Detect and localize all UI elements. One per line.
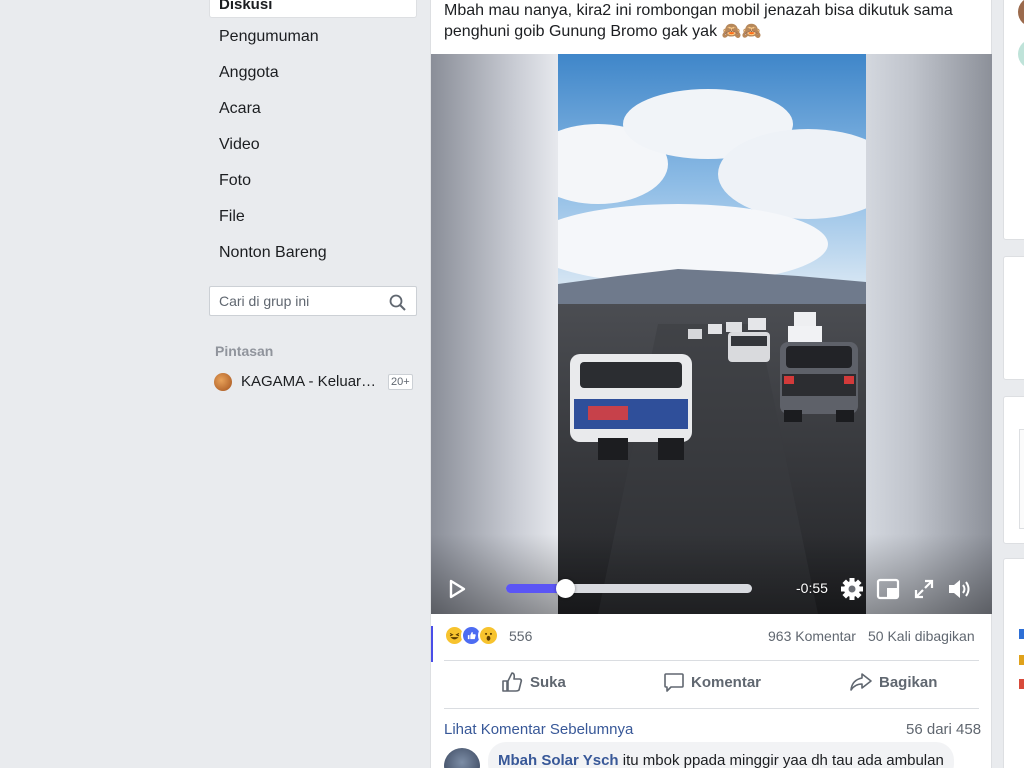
reaction-count[interactable]: 556 xyxy=(509,628,532,644)
comment-label: Komentar xyxy=(691,674,762,691)
nav-item-acara[interactable]: Acara xyxy=(219,100,261,118)
share-label: Bagikan xyxy=(879,674,938,691)
nav-item-file[interactable]: File xyxy=(219,208,245,226)
nav-item-nonton-bareng[interactable]: Nonton Bareng xyxy=(219,244,327,262)
comment-text: itu mbok ppada minggir yaa dh tau ada am… xyxy=(622,752,944,768)
right-sidebar-card xyxy=(1003,0,1024,240)
unseen-indicator xyxy=(431,626,433,662)
group-avatar xyxy=(214,373,232,391)
post-text: Mbah mau nanya, kira2 ini rombongan mobi… xyxy=(444,2,953,40)
post-card: Mbah mau nanya, kira2 ini rombongan mobi… xyxy=(430,0,992,768)
video-progress-bar[interactable] xyxy=(506,579,752,598)
view-previous-comments-link[interactable]: Lihat Komentar Sebelumnya xyxy=(444,721,633,738)
right-sidebar-card xyxy=(1003,558,1024,768)
shortcut-label: KAGAMA - Keluarga Alumni Universitas Gad… xyxy=(241,373,383,390)
video-frame xyxy=(558,54,866,614)
nav-item-diskusi[interactable]: Diskusi xyxy=(209,0,417,18)
wow-reaction-icon xyxy=(478,625,499,646)
right-sidebar-card xyxy=(1003,396,1024,544)
share-button[interactable]: Bagikan xyxy=(849,670,944,696)
divider xyxy=(444,660,979,661)
comment-count[interactable]: 963 Komentar xyxy=(768,628,856,644)
nav-item-anggota[interactable]: Anggota xyxy=(219,64,279,82)
group-search-input[interactable] xyxy=(219,293,384,309)
video-progress-knob[interactable] xyxy=(556,579,576,598)
settings-gear-icon[interactable] xyxy=(839,575,865,603)
comment-author[interactable]: Mbah Solar Ysch xyxy=(498,752,619,768)
share-arrow-icon xyxy=(850,673,872,691)
video-player[interactable]: -0:55 xyxy=(431,54,992,614)
nav-item-pengumuman[interactable]: Pengumuman xyxy=(219,28,319,46)
picture-in-picture-icon[interactable] xyxy=(875,575,901,603)
shortcuts-title: Pintasan xyxy=(215,343,274,359)
group-search xyxy=(209,286,417,316)
divider xyxy=(444,708,979,709)
group-nav: Diskusi xyxy=(209,0,417,18)
avatar xyxy=(1018,0,1024,27)
commenter-avatar[interactable] xyxy=(444,748,480,768)
nav-item-video[interactable]: Video xyxy=(219,136,260,154)
comment-icon xyxy=(664,673,684,692)
search-icon[interactable] xyxy=(389,294,406,311)
like-label: Suka xyxy=(530,674,566,691)
video-time-remaining: -0:55 xyxy=(796,580,828,596)
thumbnail xyxy=(1019,679,1024,689)
play-icon[interactable] xyxy=(447,575,467,603)
video-scene-image xyxy=(558,54,866,614)
shortcut-badge: 20+ xyxy=(388,374,413,390)
volume-icon[interactable] xyxy=(946,575,974,603)
nav-item-foto[interactable]: Foto xyxy=(219,172,251,190)
like-button[interactable]: Suka xyxy=(501,670,571,696)
shortcut-item[interactable]: KAGAMA - Keluarga Alumni Universitas Gad… xyxy=(214,372,418,392)
comment-pagination: 56 dari 458 xyxy=(906,721,982,738)
thumbnail xyxy=(1019,655,1024,665)
comment-button[interactable]: Komentar xyxy=(663,670,773,696)
video-controls-gradient xyxy=(431,534,992,614)
avatar xyxy=(1018,39,1024,69)
fullscreen-icon[interactable] xyxy=(911,575,937,603)
thumbnail xyxy=(1019,629,1024,639)
comment-bubble: Mbah Solar Ysch itu mbok ppada minggir y… xyxy=(488,742,954,768)
thumbs-up-icon xyxy=(502,672,523,692)
right-sidebar-card xyxy=(1003,256,1024,380)
thumbnail xyxy=(1019,429,1024,529)
share-count[interactable]: 50 Kali dibagikan xyxy=(868,628,975,644)
